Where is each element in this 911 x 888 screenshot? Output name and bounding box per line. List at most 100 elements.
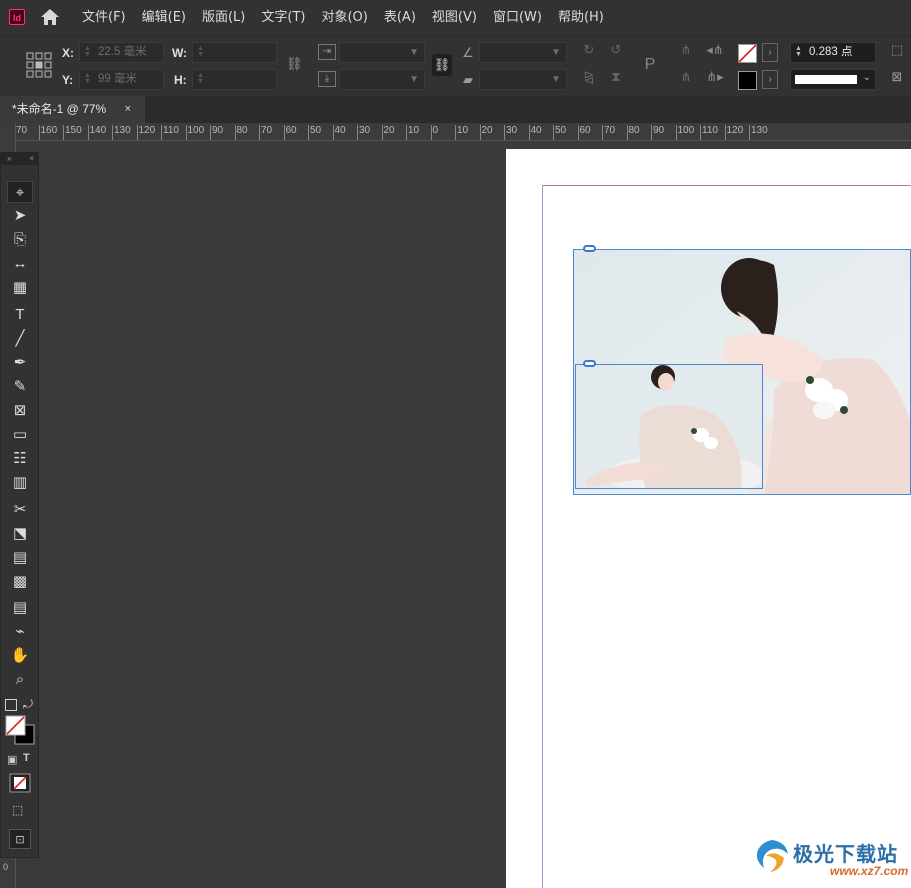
gradient-swatch-tool-icon[interactable]: ▤ — [7, 547, 33, 569]
flip-horizontal-icon[interactable]: ⧎ — [580, 69, 598, 85]
scale-x-icon: ⇥ — [318, 44, 336, 60]
ruler-origin[interactable] — [0, 123, 16, 140]
menu-item[interactable]: 编辑(E) — [134, 0, 194, 35]
menu-item[interactable]: 文件(F) — [74, 0, 134, 35]
menu-item[interactable]: 版面(L) — [194, 0, 253, 35]
ruler-label: 90 — [651, 125, 664, 140]
content-collector-icon[interactable]: ▦ — [7, 277, 33, 299]
x-field[interactable]: ▲ ▼ 22.5 毫米 — [79, 42, 164, 63]
close-icon[interactable]: × — [29, 153, 34, 165]
ruler-label: 130 — [112, 125, 131, 140]
fill-none-swatch-icon[interactable] — [738, 44, 757, 63]
link-icon[interactable] — [583, 360, 596, 367]
formatting-container-icon[interactable]: ▣ — [7, 753, 17, 766]
rotation-angle-icon: ∠ — [462, 45, 474, 60]
menu-item[interactable]: 窗口(W) — [485, 0, 550, 35]
type-tool-icon[interactable]: T — [7, 304, 33, 326]
ruler-label: 80 — [234, 125, 248, 140]
home-icon[interactable] — [40, 8, 60, 26]
menu-item[interactable]: 帮助(H) — [550, 0, 612, 35]
ruler-label: 130 — [749, 125, 768, 140]
main-menu: 文件(F) 编辑(E) 版面(L) 文字(T) 对象(O) 表(A) 视图(V) 窗口(W) 帮… — [74, 0, 612, 35]
line-tool-icon[interactable]: ╱ — [7, 328, 33, 350]
constrain-proportions-icon[interactable]: ⛓ — [286, 56, 303, 72]
w-label: W: — [172, 46, 188, 60]
direct-selection-tool-icon[interactable]: ➤ — [7, 205, 33, 227]
stroke-weight-field[interactable]: ▲ ▼ 0.283 点 — [790, 42, 876, 63]
collapse-icon[interactable]: » — [7, 154, 11, 163]
ruler-label: 60 — [577, 125, 591, 140]
reference-point-icon[interactable] — [26, 52, 52, 78]
screen-mode-icon[interactable]: ⬚ — [12, 803, 23, 817]
close-icon[interactable]: × — [125, 96, 131, 123]
ruler-v-label: 0 — [3, 862, 9, 872]
gradient-feather-tool-icon[interactable]: ▩ — [7, 571, 33, 593]
eyedropper-tool-icon[interactable]: ⌁ — [7, 621, 33, 643]
horizontal-ruler[interactable]: 70 160 150 140 130 120 110 100 90 80 70 60 50 40 30 20 1… — [16, 123, 911, 141]
h-field[interactable]: ▲ ▼ — [192, 69, 277, 90]
preview-mode-icon[interactable]: ⊡ — [9, 829, 31, 849]
watermark-text: 极光下载站 — [793, 842, 898, 866]
menu-bar: Id 文件(F) 编辑(E) 版面(L) 文字(T) 对象(O) 表(A) 视图(V) 窗口(… — [0, 0, 911, 35]
menu-item[interactable]: 对象(O) — [313, 0, 375, 35]
ruler-label: 120 — [724, 125, 743, 140]
hand-tool-icon[interactable]: ✋ — [7, 645, 33, 667]
ruler-label: 40 — [528, 125, 542, 140]
select-next-icon[interactable]: ⋔▸ — [704, 69, 726, 85]
fill-menu-icon[interactable]: › — [762, 43, 778, 62]
pencil-tool-icon[interactable]: ✎ — [7, 376, 33, 398]
reference-p-icon[interactable]: P — [637, 53, 663, 77]
scale-y-dropdown[interactable]: ▼ — [339, 69, 425, 90]
selection-tool-icon[interactable]: ⌖ — [7, 181, 33, 203]
ruler-label: 90 — [210, 125, 223, 140]
control-panel: X: ▲ ▼ 22.5 毫米 Y: ▲ ▼ 99 毫米 W: ▲ ▼ H: ▲ ▼ ⛓ ⇥ … — [0, 35, 911, 97]
table-column-icon[interactable]: ▥ — [7, 472, 33, 494]
select-container-icon[interactable]: ⋔ — [678, 42, 694, 58]
image-frame-small[interactable] — [575, 364, 763, 489]
scissors-tool-icon[interactable]: ✂ — [7, 499, 33, 521]
default-colors-icon[interactable] — [5, 699, 17, 711]
watermark-url: www.xz7.com — [830, 864, 909, 878]
fit-content-icon[interactable]: ⊠ — [889, 69, 905, 85]
ruler-label: 50 — [553, 125, 566, 140]
scale-y-icon: ⤓ — [318, 71, 336, 87]
stroke-type-dropdown[interactable]: ⌄ — [790, 69, 876, 90]
zoom-tool-icon[interactable]: ⌕ — [7, 669, 33, 691]
pen-tool-icon[interactable]: ✒ — [7, 352, 33, 374]
tab-document[interactable]: *未命名-1 @ 77% × — [0, 96, 145, 123]
rectangle-tool-icon[interactable]: ▭ — [7, 424, 33, 446]
rectangle-frame-tool-icon[interactable]: ⊠ — [7, 400, 33, 422]
ruler-label: 160 — [38, 125, 57, 140]
rotate-ccw-icon[interactable]: ↺ — [607, 42, 625, 58]
ruler-label: 20 — [479, 125, 493, 140]
menu-item[interactable]: 视图(V) — [424, 0, 485, 35]
rotation-dropdown[interactable]: ▼ — [479, 42, 567, 63]
y-field[interactable]: ▲ ▼ 99 毫米 — [79, 69, 164, 90]
ruler-label: 70 — [16, 125, 27, 140]
menu-item[interactable]: 文字(T) — [253, 0, 313, 35]
apply-none-icon[interactable] — [9, 773, 31, 793]
free-transform-tool-icon[interactable]: ⬔ — [7, 523, 33, 545]
frame-fitting-icon[interactable]: ⬚ — [889, 42, 905, 58]
note-tool-icon[interactable]: ▤ — [7, 597, 33, 619]
shear-dropdown[interactable]: ▼ — [479, 69, 567, 90]
constrain-scale-icon[interactable]: ⛓ — [432, 54, 452, 76]
w-field[interactable]: ▲ ▼ — [192, 42, 277, 63]
rotate-cw-icon[interactable]: ↻ — [580, 42, 598, 58]
table-tool-icon[interactable]: ☷ — [7, 448, 33, 470]
menu-item[interactable]: 表(A) — [376, 0, 424, 35]
stroke-swatch-icon[interactable] — [738, 71, 757, 90]
gap-tool-icon[interactable]: ↔ — [7, 253, 33, 275]
flip-vertical-icon[interactable]: ⧗ — [607, 69, 625, 85]
fill-stroke-swatches-icon[interactable] — [5, 715, 35, 745]
select-previous-icon[interactable]: ◂⋔ — [704, 42, 726, 58]
select-content-icon[interactable]: ⋔ — [678, 69, 694, 85]
swap-colors-icon[interactable]: ⤾ — [23, 697, 33, 712]
stroke-menu-icon[interactable]: › — [762, 70, 778, 89]
scale-x-dropdown[interactable]: ▼ — [339, 42, 425, 63]
page-tool-icon[interactable]: ⎘ — [7, 229, 33, 251]
tools-panel-header[interactable]: » × — [1, 153, 38, 165]
link-icon[interactable] — [583, 245, 596, 252]
ruler-label: 140 — [87, 125, 106, 140]
formatting-text-icon[interactable]: T — [23, 752, 30, 764]
